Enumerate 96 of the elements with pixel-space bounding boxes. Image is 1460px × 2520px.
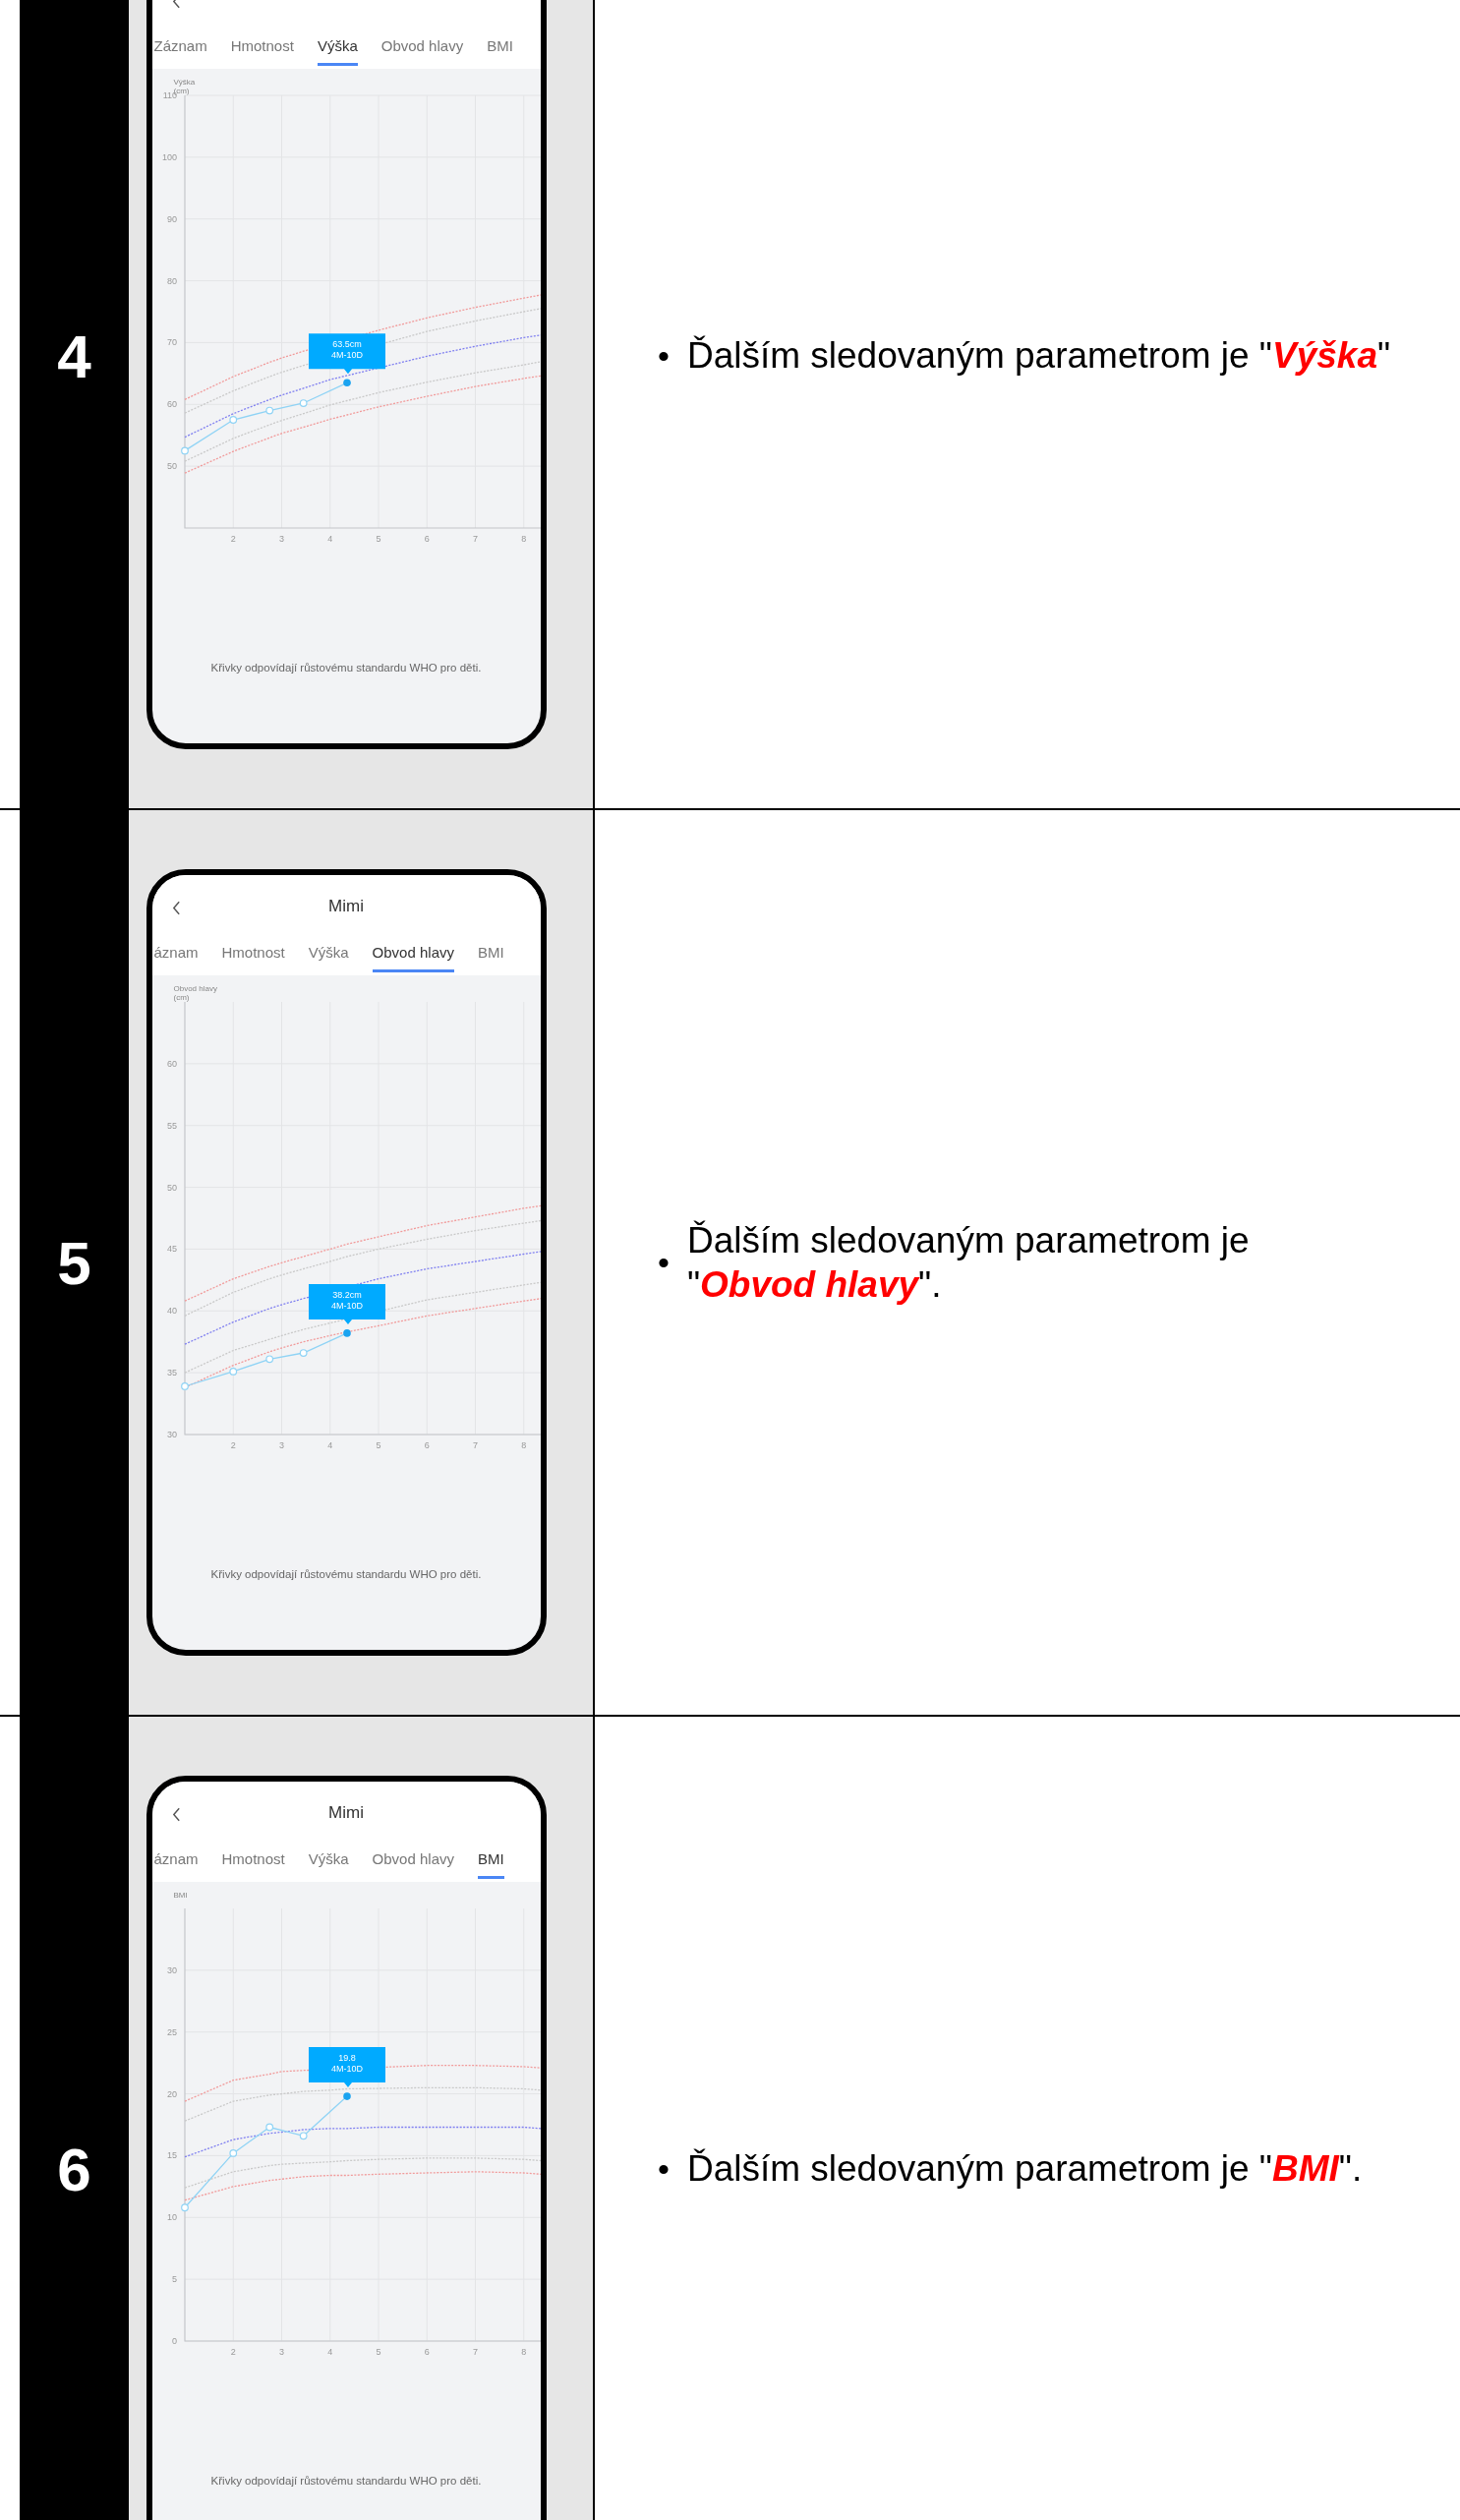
y-tick-label: 10 (166, 2212, 177, 2223)
bullet: • (658, 336, 670, 376)
x-tick-label: 8 (520, 2347, 526, 2357)
data-point[interactable] (180, 1382, 189, 1390)
data-point[interactable] (264, 1355, 273, 1364)
chart-tab[interactable]: Záznam (153, 31, 207, 66)
x-tick-label: 4 (326, 2347, 332, 2357)
axis-title: BMI (172, 1890, 188, 1902)
chart-tab[interactable]: Výška (308, 938, 349, 972)
data-point[interactable] (342, 379, 351, 387)
y-tick-label: 60 (166, 399, 177, 410)
y-tick-label: 30 (166, 1430, 177, 1439)
chart-tab[interactable]: Výška (308, 1845, 349, 1879)
chart-caption: Křivky odpovídají růstovému standardu WHO pro děti. (210, 2475, 482, 2487)
step-number: 5 (57, 1227, 91, 1298)
step-number: 4 (57, 321, 91, 391)
y-tick-label: 30 (166, 1964, 177, 1975)
x-tick-label: 3 (278, 1440, 284, 1450)
instruction-text: Ďalším sledovaným parametrom je "Výška" (686, 334, 1391, 379)
y-tick-label: 90 (166, 213, 177, 224)
chart-tab[interactable]: BMI (478, 938, 504, 972)
x-tick-label: 5 (376, 534, 380, 544)
chart-caption: Křivky odpovídají růstovému standardu WHO pro děti. (210, 1568, 482, 1580)
tooltip-value: 19.8 (337, 2053, 356, 2064)
x-tick-label: 7 (472, 1440, 478, 1450)
y-tick-label: 0 (171, 2336, 177, 2346)
tooltip-age: 4M-10D (330, 350, 363, 361)
x-tick-label: 5 (376, 1440, 380, 1450)
chart-tab[interactable]: Obvod hlavy (372, 938, 454, 972)
chart-tab[interactable]: Obvod hlavy (372, 1845, 454, 1879)
x-tick-label: 7 (472, 2347, 478, 2357)
tooltip-value: 63.5cm (331, 339, 362, 350)
y-tick-label: 35 (166, 1368, 177, 1378)
bullet: • (658, 2149, 670, 2189)
data-point[interactable] (180, 446, 189, 455)
y-tick-label: 50 (166, 1182, 177, 1193)
data-point[interactable] (342, 2092, 351, 2100)
y-tick-label: 60 (166, 1058, 177, 1069)
data-point[interactable] (264, 2123, 273, 2132)
axis-title: Obvod hlavy (cm) (172, 983, 217, 1000)
data-point[interactable] (264, 406, 273, 415)
data-point[interactable] (180, 2203, 189, 2212)
data-point[interactable] (299, 399, 308, 407)
x-tick-label: 3 (278, 2347, 284, 2357)
tooltip-age: 4M-10D (330, 1300, 363, 1311)
instruction-text: Ďalším sledovaným parametrom je "Obvod hlavy". (686, 1218, 1251, 1307)
x-tick-label: 2 (230, 1440, 236, 1450)
data-point[interactable] (299, 2132, 308, 2140)
x-tick-label: 6 (424, 1440, 430, 1450)
axis-title: Výška (cm) (173, 77, 196, 93)
y-tick-label: 70 (166, 337, 177, 348)
screen-title: Mimi (328, 1803, 364, 1823)
y-tick-label: 55 (166, 1120, 177, 1131)
screen-title: Mimi (328, 897, 364, 916)
data-point[interactable] (228, 416, 237, 424)
data-point[interactable] (299, 1349, 308, 1357)
x-tick-label: 7 (472, 534, 478, 544)
x-tick-label: 6 (424, 2347, 430, 2357)
x-tick-label: 5 (376, 2347, 380, 2357)
y-tick-label: 25 (166, 2026, 177, 2037)
x-tick-label: 4 (326, 534, 332, 544)
chart-tab[interactable]: Obvod hlavy (380, 31, 464, 66)
y-tick-label: 40 (166, 1306, 177, 1317)
y-tick-label: 5 (171, 2274, 177, 2285)
chart-tab[interactable]: Výška (317, 31, 358, 66)
data-point[interactable] (228, 1368, 237, 1376)
back-icon[interactable] (171, 1807, 181, 1822)
data-point[interactable] (342, 1329, 351, 1337)
y-tick-label: 15 (166, 2150, 177, 2161)
y-tick-label: 50 (166, 461, 177, 472)
back-icon[interactable] (171, 901, 181, 915)
chart-tab[interactable]: áznam (153, 1845, 199, 1879)
x-tick-label: 8 (520, 1440, 526, 1450)
y-tick-label: 80 (166, 275, 177, 286)
x-tick-label: 8 (520, 534, 526, 544)
tooltip-age: 4M-10D (330, 2064, 363, 2075)
chart-tab[interactable]: BMI (478, 1845, 504, 1879)
chart-tab[interactable]: Hmotnost (221, 1845, 285, 1879)
chart-tab[interactable]: BMI (487, 31, 513, 66)
y-tick-label: 20 (166, 2088, 177, 2099)
y-tick-label: 100 (161, 151, 177, 162)
x-tick-label: 4 (326, 1440, 332, 1450)
x-tick-label: 2 (230, 2347, 236, 2357)
chart-tab[interactable]: Hmotnost (221, 938, 285, 972)
chart-tab[interactable]: Hmotnost (230, 31, 294, 66)
data-point[interactable] (228, 2149, 237, 2157)
x-tick-label: 6 (424, 534, 430, 544)
step-number: 6 (57, 2134, 91, 2204)
instruction-text: Ďalším sledovaným parametrom je "BMI". (686, 2147, 1363, 2192)
x-tick-label: 2 (230, 534, 236, 544)
bullet: • (658, 1243, 670, 1282)
chart-tab[interactable]: áznam (153, 938, 199, 972)
x-tick-label: 3 (278, 534, 284, 544)
chart-caption: Křivky odpovídají růstovému standardu WHO pro děti. (210, 662, 482, 674)
y-tick-label: 45 (166, 1244, 177, 1255)
tooltip-value: 38.2cm (331, 1289, 362, 1300)
